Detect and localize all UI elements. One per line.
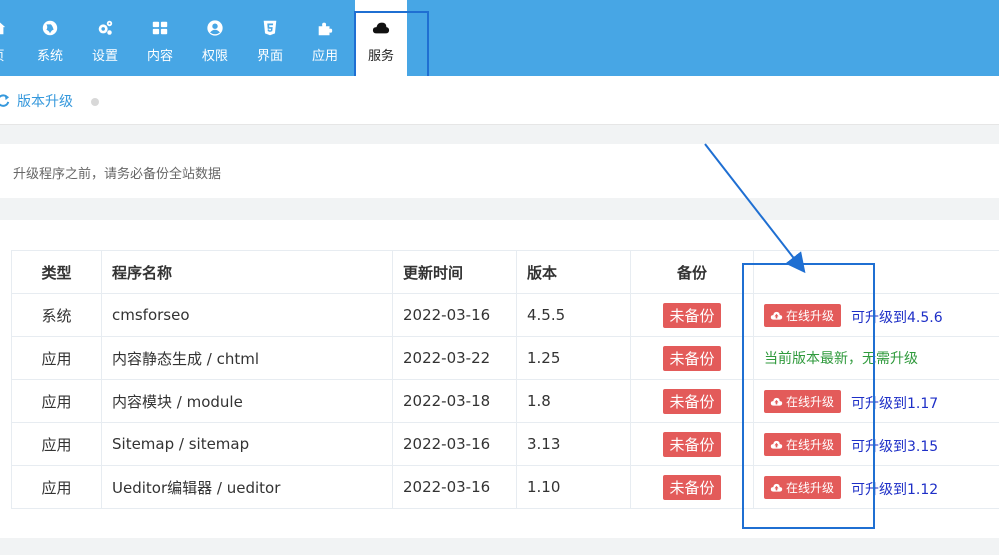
top-navigation: 页 系统 设置 内容 权限 界面 应用 (0, 0, 999, 76)
cell-name: Ueditor编辑器 / ueditor (101, 465, 393, 509)
gears-icon (95, 18, 115, 38)
online-upgrade-button[interactable]: 在线升级 (764, 475, 842, 499)
nav-label: 页 (0, 45, 10, 64)
header-version: 版本 (516, 250, 631, 294)
backup-badge: 未备份 (663, 431, 721, 457)
nav-label: 设置 (91, 49, 118, 64)
cell-type: 应用 (11, 379, 102, 423)
page-bottom-background (0, 538, 999, 555)
cloud-icon (371, 18, 391, 38)
cell-version: 4.5.5 (516, 293, 631, 337)
table-row: 应用 Ueditor编辑器 / ueditor 2022-03-16 1.10 … (11, 465, 999, 509)
nav-item-system[interactable]: 系统 (28, 0, 72, 76)
backup-badge: 未备份 (663, 388, 721, 414)
table-header-row: 类型 程序名称 更新时间 版本 备份 (11, 250, 999, 294)
cell-version: 1.8 (516, 379, 631, 423)
cloud-upload-icon (770, 397, 783, 406)
cell-action: 在线升级 可升级到4.5.6 (753, 293, 999, 337)
header-name: 程序名称 (101, 250, 393, 294)
header-backup: 备份 (630, 250, 754, 294)
header-time: 更新时间 (392, 250, 517, 294)
nav-item-settings[interactable]: 设置 (83, 0, 127, 76)
upgrade-button-label: 在线升级 (786, 308, 835, 323)
cell-type: 应用 (11, 336, 102, 380)
backup-badge: 未备份 (663, 302, 721, 328)
cell-name: 内容静态生成 / chtml (101, 336, 393, 380)
cell-version: 1.25 (516, 336, 631, 380)
cloud-upload-icon (770, 311, 783, 320)
cell-name: 内容模块 / module (101, 379, 393, 423)
table-row: 应用 内容静态生成 / chtml 2022-03-22 1.25 未备份 当前… (11, 336, 999, 380)
table-row: 应用 Sitemap / sitemap 2022-03-16 3.13 未备份… (11, 422, 999, 466)
header-action (753, 250, 999, 294)
notice-panel: 升级程序之前，请务必备份全站数据 (0, 144, 999, 198)
notice-text: 升级程序之前，请务必备份全站数据 (13, 167, 222, 182)
nav-label: 权限 (201, 49, 228, 64)
nav-label: 应用 (311, 49, 338, 64)
upgrade-version-link[interactable]: 可升级到4.5.6 (851, 310, 943, 326)
cell-time: 2022-03-22 (392, 336, 517, 380)
cell-time: 2022-03-16 (392, 422, 517, 466)
table-row: 系统 cmsforseo 2022-03-16 4.5.5 未备份 在线升级 可升… (11, 293, 999, 337)
nav-item-service[interactable]: 服务 (355, 0, 407, 76)
upgrade-panel: 类型 程序名称 更新时间 版本 备份 系统 cmsforseo 2022-03-… (0, 220, 999, 538)
cell-backup: 未备份 (630, 293, 754, 337)
cloud-upload-icon (770, 483, 783, 492)
cell-time: 2022-03-16 (392, 465, 517, 509)
cell-backup: 未备份 (630, 336, 754, 380)
online-upgrade-button[interactable]: 在线升级 (764, 432, 842, 456)
nav-item-apps[interactable]: 应用 (303, 0, 347, 76)
breadcrumb-dot (91, 98, 99, 106)
breadcrumb-current[interactable]: 版本升级 (17, 91, 73, 111)
upgrade-button-label: 在线升级 (786, 394, 835, 409)
latest-status-text: 当前版本最新，无需升级 (764, 351, 918, 367)
cell-action: 在线升级 可升级到3.15 (753, 422, 999, 466)
cell-type: 应用 (11, 422, 102, 466)
refresh-icon[interactable] (0, 93, 10, 107)
cell-backup: 未备份 (630, 465, 754, 509)
cell-type: 系统 (11, 293, 102, 337)
html5-icon (260, 18, 280, 38)
nav-label: 系统 (36, 49, 63, 64)
cell-backup: 未备份 (630, 379, 754, 423)
nav-label: 服务 (367, 49, 394, 64)
home-icon (0, 18, 8, 38)
cell-action: 在线升级 可升级到1.17 (753, 379, 999, 423)
online-upgrade-button[interactable]: 在线升级 (764, 303, 842, 327)
cell-name: cmsforseo (101, 293, 393, 337)
cell-action: 当前版本最新，无需升级 (753, 336, 999, 380)
cell-version: 3.13 (516, 422, 631, 466)
globe-icon (40, 18, 60, 38)
program-table: 类型 程序名称 更新时间 版本 备份 系统 cmsforseo 2022-03-… (11, 250, 999, 509)
nav-label: 内容 (146, 49, 173, 64)
cell-time: 2022-03-16 (392, 293, 517, 337)
upgrade-button-label: 在线升级 (786, 480, 835, 495)
upgrade-version-link[interactable]: 可升级到3.15 (851, 439, 938, 455)
breadcrumb: 版本升级 (0, 76, 999, 125)
cell-name: Sitemap / sitemap (101, 422, 393, 466)
header-type: 类型 (11, 250, 102, 294)
cell-action: 在线升级 可升级到1.12 (753, 465, 999, 509)
upgrade-button-label: 在线升级 (786, 437, 835, 452)
cell-backup: 未备份 (630, 422, 754, 466)
cell-type: 应用 (11, 465, 102, 509)
upgrade-version-link[interactable]: 可升级到1.17 (851, 396, 938, 412)
upgrade-version-link[interactable]: 可升级到1.12 (851, 482, 938, 498)
cell-time: 2022-03-18 (392, 379, 517, 423)
nav-item-home[interactable]: 页 (0, 0, 10, 76)
puzzle-icon (315, 18, 335, 38)
cloud-upload-icon (770, 440, 783, 449)
backup-badge: 未备份 (663, 345, 721, 371)
nav-item-interface[interactable]: 界面 (248, 0, 292, 76)
cell-version: 1.10 (516, 465, 631, 509)
grid-icon (150, 18, 170, 38)
nav-label: 界面 (256, 49, 283, 64)
table-row: 应用 内容模块 / module 2022-03-18 1.8 未备份 在线升级… (11, 379, 999, 423)
nav-item-permission[interactable]: 权限 (193, 0, 237, 76)
backup-badge: 未备份 (663, 474, 721, 500)
user-icon (205, 18, 225, 38)
nav-item-content[interactable]: 内容 (138, 0, 182, 76)
online-upgrade-button[interactable]: 在线升级 (764, 389, 842, 413)
